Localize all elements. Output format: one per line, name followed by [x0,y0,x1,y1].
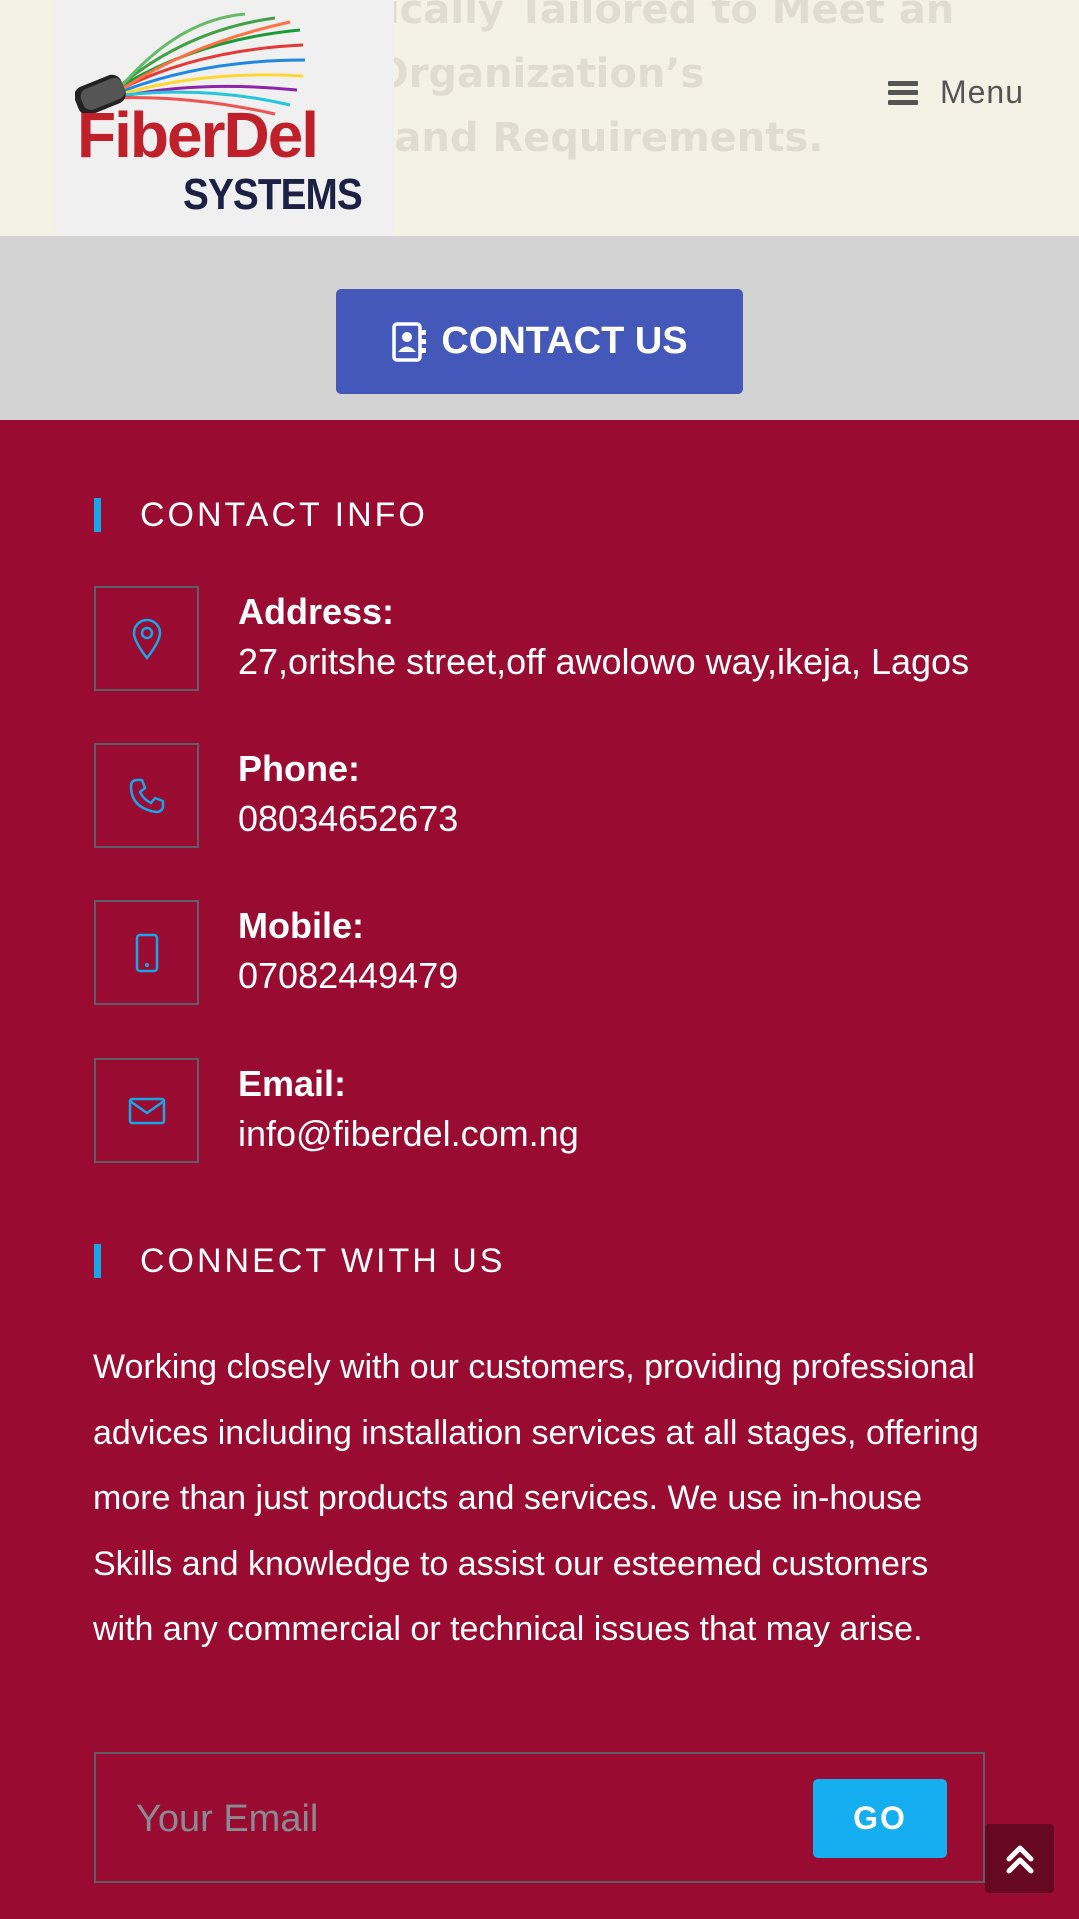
menu-button[interactable]: Menu [887,74,1024,111]
scroll-to-top-button[interactable] [985,1824,1054,1893]
connect-heading: CONNECT WITH US [94,1241,506,1280]
heading-accent-bar [94,1244,101,1278]
contact-email: Email: info@fiberdel.com.ng [94,1058,994,1163]
site-footer: CONTACT INFO Address: 27,oritshe street,… [0,420,1079,1919]
newsletter-form: GO [94,1752,985,1883]
contact-address: Address: 27,oritshe street,off awolowo w… [94,586,994,691]
contact-mobile: Mobile: 07082449479 [94,900,994,1005]
mobile-label: Mobile: [238,905,364,946]
phone-label: Phone: [238,748,360,789]
email-label: Email: [238,1063,347,1104]
contact-us-label: CONTACT US [441,320,688,362]
mobile-icon [94,900,199,1005]
site-logo[interactable]: FiberDel SYSTEMS [55,0,394,236]
newsletter-email-input[interactable] [136,1784,736,1854]
envelope-icon [94,1058,199,1163]
address-value: 27,oritshe street,off awolowo way,ikeja,… [238,641,970,682]
logo-subtitle: SYSTEMS [183,170,363,219]
mobile-value[interactable]: 07082449479 [238,952,458,1000]
logo-wordmark: FiberDel [77,99,319,171]
email-value[interactable]: info@fiberdel.com.ng [238,1110,579,1158]
contact-phone: Phone: 08034652673 [94,743,994,848]
cta-strip: CONTACT US [0,236,1079,420]
connect-title: CONNECT WITH US [140,1241,506,1280]
contact-info-heading: CONTACT INFO [94,495,428,534]
contact-us-button[interactable]: CONTACT US [336,289,743,394]
hamburger-icon [887,80,918,105]
address-label: Address: [238,591,395,632]
menu-label: Menu [939,74,1024,110]
address-book-icon [392,321,427,362]
phone-icon [94,743,199,848]
heading-accent-bar [94,498,101,532]
site-header: Are Strategically Tailored to Meet an Or… [0,0,1079,236]
map-pin-icon [94,586,199,691]
phone-value[interactable]: 08034652673 [238,795,458,843]
newsletter-go-button[interactable]: GO [813,1779,947,1858]
contact-info-title: CONTACT INFO [140,495,428,534]
double-chevron-up-icon [1006,1845,1033,1873]
connect-description: Working closely with our customers, prov… [93,1348,979,1649]
